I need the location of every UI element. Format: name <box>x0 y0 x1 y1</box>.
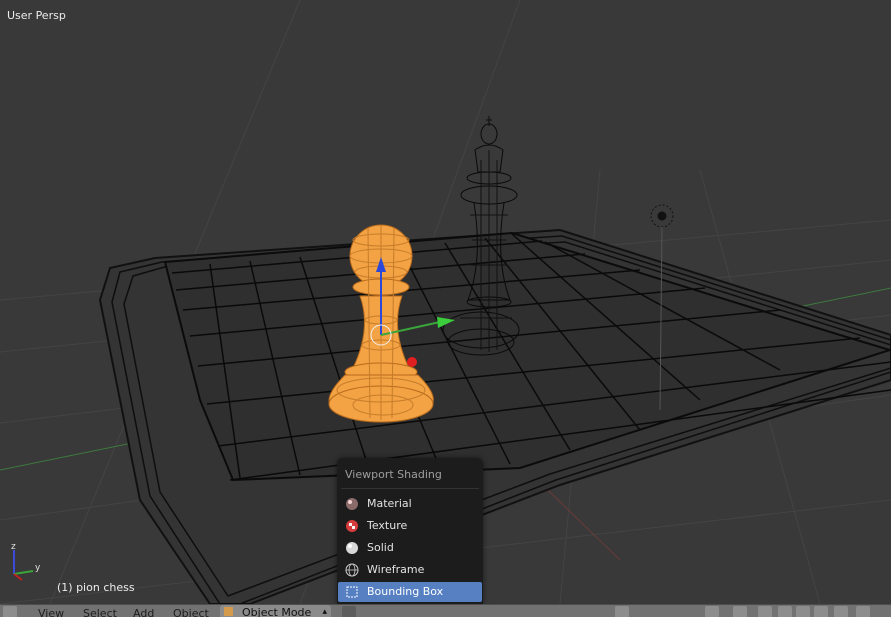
chess-board <box>98 228 891 604</box>
menu-item-label: Texture <box>367 519 408 532</box>
menu-item-label: Solid <box>367 541 394 554</box>
menu-item-solid[interactable]: Solid <box>338 538 482 558</box>
camera-icon[interactable] <box>814 606 828 617</box>
viewport-header: View Select Add Object Object Mode ▴ <box>0 604 891 617</box>
3d-viewport[interactable]: z y User Persp (1) pion chess Viewport S… <box>0 0 891 604</box>
active-object-info: (1) pion chess <box>57 581 135 594</box>
bounding-box-icon <box>346 586 358 598</box>
proportional-edit-icon[interactable] <box>733 606 747 617</box>
editor-type-icon[interactable] <box>3 606 17 617</box>
menu-item-bounding-box[interactable]: Bounding Box <box>338 582 482 602</box>
menu-title: Viewport Shading <box>345 468 442 481</box>
updown-arrows-icon: ▴ <box>322 607 327 617</box>
snap-icon[interactable] <box>705 606 719 617</box>
interaction-mode-select[interactable]: Object Mode ▴ <box>220 605 331 617</box>
chart-icon[interactable] <box>778 606 792 617</box>
material-sphere-icon <box>346 498 358 510</box>
clapper-icon[interactable] <box>856 606 870 617</box>
mode-label: Object Mode <box>242 606 312 617</box>
axis-z-label: z <box>11 542 16 552</box>
viewport-shading-menu: Viewport Shading Material Texture Solid <box>337 458 483 604</box>
menu-separator <box>341 488 479 489</box>
filter-icon[interactable] <box>796 606 810 617</box>
axis-y-label: y <box>35 563 41 573</box>
viewport-shading-button[interactable] <box>342 606 356 617</box>
menu-item-material[interactable]: Material <box>338 494 482 514</box>
solid-sphere-icon <box>346 542 358 554</box>
cube-icon <box>224 607 233 616</box>
texture-sphere-icon <box>346 520 358 532</box>
wireframe-sphere-icon <box>345 563 359 577</box>
menu-item-wireframe[interactable]: Wireframe <box>338 560 482 580</box>
menu-item-label: Bounding Box <box>367 585 444 598</box>
view-axis-indicator <box>13 550 34 581</box>
menu-item-label: Wireframe <box>367 563 425 576</box>
render-icon[interactable] <box>834 606 848 617</box>
menu-item-label: Material <box>367 497 412 510</box>
lock-icon[interactable] <box>758 606 772 617</box>
viewport-title: User Persp <box>7 9 66 22</box>
layer-buttons[interactable] <box>615 606 629 617</box>
menu-item-texture[interactable]: Texture <box>338 516 482 536</box>
